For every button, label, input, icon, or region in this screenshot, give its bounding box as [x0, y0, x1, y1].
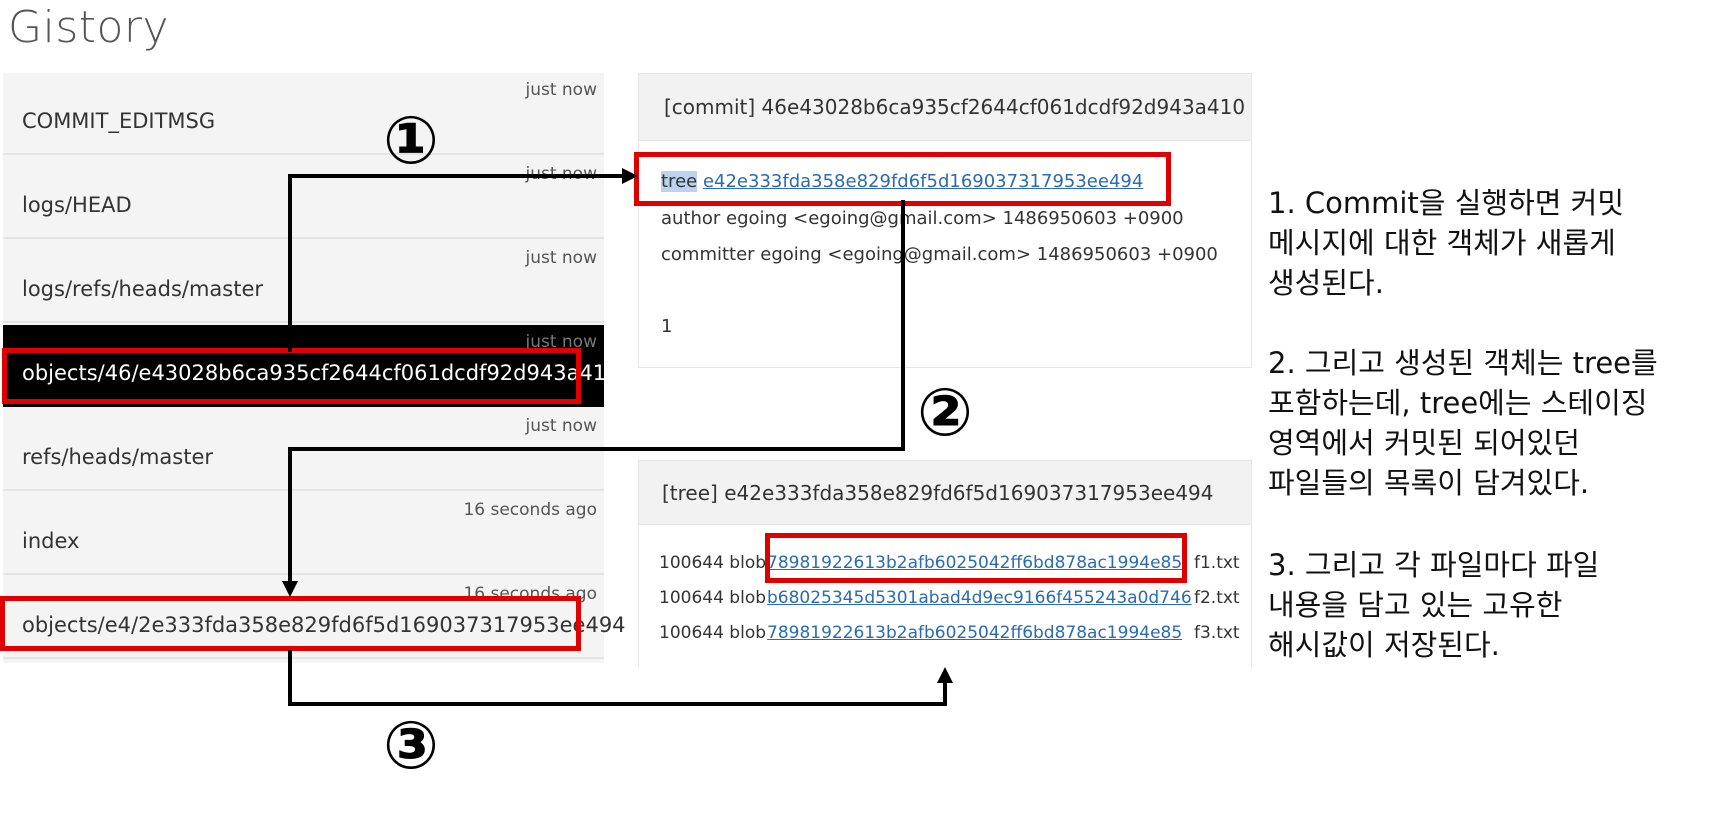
- tree-header-text: [tree] e42e333fda358e829fd6f5d1690373179…: [662, 481, 1214, 505]
- commit-committer-line: committer egoing <egoing@gmail.com> 1486…: [661, 244, 1218, 265]
- note-step-one: 1. Commit을 실행하면 커밋 메시지에 대한 객체가 새롭게 생성된다.: [1268, 186, 1625, 300]
- file-name: COMMIT_EDITMSG: [22, 109, 216, 133]
- arrow-three-head: [937, 667, 953, 683]
- blob-hash-link[interactable]: 78981922613b2afb6025042ff6bd878ac1994e85: [767, 623, 1182, 643]
- app-title: Gistory: [8, 2, 170, 53]
- tree-entry-row: 100644 blob 78981922613b2afb6025042ff6bd…: [659, 623, 1259, 647]
- file-item-tree-object[interactable]: 16 seconds ago objects/e4/2e333fda358e82…: [3, 577, 626, 659]
- commit-panel: [commit] 46e43028b6ca935cf2644cf061dcdf9…: [638, 73, 1252, 368]
- step-number-one: ①: [383, 102, 439, 179]
- blob-filename: f1.txt: [1194, 553, 1240, 573]
- file-name: refs/heads/master: [22, 445, 213, 469]
- file-time: just now: [525, 248, 597, 268]
- note-step-three: 3. 그리고 각 파일마다 파일 내용을 담고 있는 고유한 해시값이 저장된다…: [1268, 548, 1600, 662]
- file-time: just now: [525, 164, 597, 184]
- file-item-logs-refs-heads-master[interactable]: just now logs/refs/heads/master: [3, 241, 604, 323]
- blob-prefix: 100644 blob: [659, 588, 767, 608]
- note-step-two: 2. 그리고 생성된 객체는 tree를 포함하는데, tree에는 스테이징 …: [1268, 346, 1658, 500]
- blob-filename: f3.txt: [1194, 623, 1240, 643]
- tree-entry-row: 100644 blob 78981922613b2afb6025042ff6bd…: [659, 553, 1259, 577]
- blob-prefix: 100644 blob: [659, 553, 767, 573]
- object-file-list: just now COMMIT_EDITMSG just now logs/HE…: [3, 73, 626, 663]
- blob-filename: f2.txt: [1194, 588, 1240, 608]
- file-name: objects/46/e43028b6ca935cf2644cf061dcdf9…: [22, 361, 620, 385]
- file-time: just now: [525, 332, 597, 352]
- file-item-commit-editmsg[interactable]: just now COMMIT_EDITMSG: [3, 73, 604, 155]
- commit-author-line: author egoing <egoing@gmail.com> 1486950…: [661, 208, 1184, 229]
- commit-message-line: 1: [661, 316, 673, 337]
- blob-hash-link[interactable]: b68025345d5301abad4d9ec9166f455243a0d746: [767, 588, 1192, 608]
- tree-panel: [tree] e42e333fda358e829fd6f5d1690373179…: [638, 460, 1252, 667]
- file-name: logs/HEAD: [22, 193, 132, 217]
- file-item-logs-head[interactable]: just now logs/HEAD: [3, 157, 604, 239]
- arrow-one-head: [622, 168, 638, 184]
- file-item-refs-heads-master[interactable]: just now refs/heads/master: [3, 409, 604, 491]
- file-name: logs/refs/heads/master: [22, 277, 264, 301]
- file-item-index[interactable]: 16 seconds ago index: [3, 493, 604, 575]
- commit-header-text: [commit] 46e43028b6ca935cf2644cf061dcdf9…: [664, 95, 1246, 119]
- tree-hash-link[interactable]: e42e333fda358e829fd6f5d169037317953ee494: [703, 171, 1143, 192]
- file-time: 16 seconds ago: [463, 500, 597, 520]
- tree-label: tree: [661, 171, 698, 192]
- commit-panel-header: [commit] 46e43028b6ca935cf2644cf061dcdf9…: [639, 74, 1251, 141]
- file-time: 16 seconds ago: [463, 584, 597, 604]
- tree-panel-header: [tree] e42e333fda358e829fd6f5d1690373179…: [639, 461, 1251, 525]
- file-item-commit-object-selected[interactable]: just now objects/46/e43028b6ca935cf2644c…: [3, 325, 620, 407]
- step-number-two: ②: [917, 374, 973, 451]
- file-name: index: [22, 529, 80, 553]
- commit-tree-line: tree e42e333fda358e829fd6f5d169037317953…: [661, 171, 1143, 192]
- file-time: just now: [525, 80, 597, 100]
- file-name: objects/e4/2e333fda358e829fd6f5d16903731…: [22, 613, 626, 637]
- blob-hash-link[interactable]: 78981922613b2afb6025042ff6bd878ac1994e85: [767, 553, 1182, 573]
- tree-entry-row: 100644 blob b68025345d5301abad4d9ec9166f…: [659, 588, 1259, 612]
- blob-prefix: 100644 blob: [659, 623, 767, 643]
- step-number-three: ③: [383, 707, 439, 784]
- file-time: just now: [525, 416, 597, 436]
